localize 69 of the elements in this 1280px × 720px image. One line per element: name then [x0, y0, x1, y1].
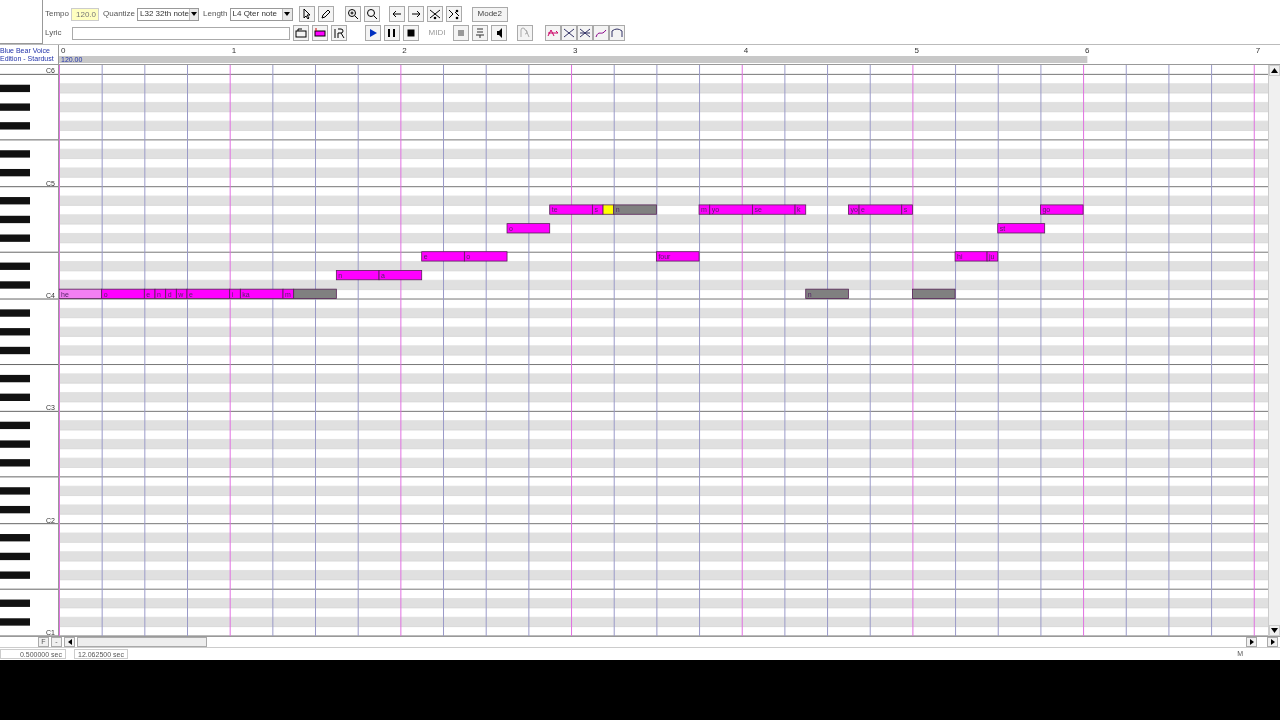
measure-number: 7	[1255, 46, 1261, 55]
right-arrow-icon	[409, 8, 422, 20]
up-arrow-icon	[1271, 68, 1278, 73]
curve-tool-button[interactable]	[593, 25, 610, 41]
tempo-field[interactable]: 120.0	[71, 7, 99, 21]
curve-tool-icon	[595, 27, 608, 39]
tempo-label: Tempo	[45, 8, 69, 20]
scroll-right-button[interactable]	[1246, 637, 1257, 647]
curve-tool-icon	[579, 27, 592, 39]
measure-number: 2	[402, 46, 407, 55]
measure-number: 1	[231, 46, 237, 55]
lyric-label: Lyric	[45, 27, 62, 39]
zoom-out-button[interactable]	[363, 6, 380, 22]
zoom-in-icon	[346, 8, 359, 20]
note-block[interactable]	[293, 288, 337, 299]
scroll-right-button[interactable]	[1267, 637, 1278, 647]
left-arrow-icon	[390, 8, 403, 20]
measure-number: 6	[1085, 46, 1090, 55]
curve-tool-icon	[563, 27, 576, 39]
scroll-left-button[interactable]	[64, 637, 75, 647]
note-block[interactable]	[912, 288, 956, 299]
midi-label: MIDI	[428, 27, 446, 39]
length-label: Length	[203, 8, 228, 20]
insert-button[interactable]	[292, 25, 309, 41]
scroll-down-button[interactable]	[1269, 625, 1280, 636]
scroll-thumb[interactable]	[77, 637, 207, 647]
down-arrow-icon	[1271, 628, 1278, 633]
merge-notes-button[interactable]	[426, 6, 443, 22]
insert-note-icon	[313, 27, 326, 39]
curve-tool-icon	[547, 27, 560, 39]
left-arrow-button[interactable]	[388, 6, 405, 22]
right-arrow-button[interactable]	[407, 6, 424, 22]
zoom-in-button[interactable]	[344, 6, 361, 22]
speaker-button[interactable]	[491, 25, 508, 41]
curve-tool-button[interactable]	[577, 25, 594, 41]
quantize-label: Quantize	[103, 8, 136, 20]
left-arrow-icon	[67, 639, 72, 646]
pencil-tool-button[interactable]	[317, 6, 334, 22]
length-dropdown[interactable]: L4 Qter note	[229, 7, 293, 21]
lyric-field[interactable]	[71, 26, 290, 40]
pointer-tool-button[interactable]	[298, 6, 315, 22]
measure-number: 5	[914, 46, 919, 55]
measure-number: 0	[61, 46, 66, 55]
loop-icon	[474, 27, 487, 39]
caret-icon	[191, 12, 197, 16]
quantize-dropdown[interactable]: L32 32th note	[137, 7, 200, 21]
curve-tool-icon	[611, 27, 624, 39]
window-corner-panel	[0, 0, 43, 44]
right-arrow-icon	[1270, 639, 1275, 646]
scroll-up-button[interactable]	[1269, 65, 1280, 76]
measure-number: 4	[743, 46, 749, 55]
right-arrow-icon	[1249, 639, 1254, 646]
pencil-tool-icon	[319, 8, 332, 20]
split-notes-button[interactable]	[445, 6, 462, 22]
record-icon	[332, 27, 345, 39]
curve-tool-button[interactable]	[561, 25, 578, 41]
split-notes-icon	[447, 8, 460, 20]
record-button[interactable]	[330, 25, 347, 41]
insert-note-button[interactable]	[311, 25, 328, 41]
measure-number: 3	[573, 46, 578, 55]
mode-button[interactable]: Mode2	[471, 6, 508, 22]
curve-tool-button[interactable]	[609, 25, 626, 41]
merge-notes-icon	[428, 8, 441, 20]
caret-icon	[284, 12, 290, 16]
insert-icon	[294, 27, 307, 39]
pointer-tool-icon	[300, 8, 313, 20]
note-block[interactable]	[602, 204, 615, 215]
zoom-out-icon	[365, 8, 378, 20]
curve-tool-button[interactable]	[545, 25, 562, 41]
